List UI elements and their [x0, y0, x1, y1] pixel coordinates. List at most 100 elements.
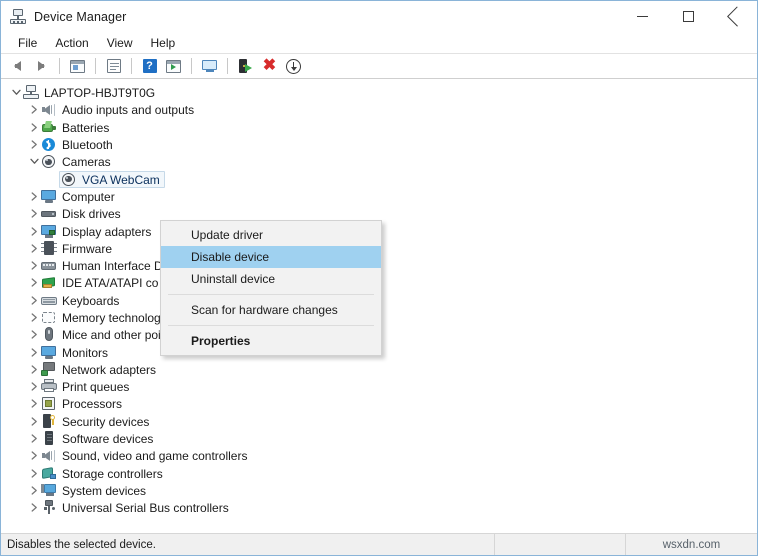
tree-item-storage-controllers[interactable]: Storage controllers	[1, 465, 757, 482]
chevron-down-icon[interactable]	[9, 89, 23, 96]
bluetooth-icon	[41, 137, 57, 152]
monitor-icon	[41, 345, 57, 360]
tree-item-security-devices[interactable]: Security devices	[1, 413, 757, 430]
speaker-icon	[41, 448, 57, 463]
device-manager-icon	[10, 8, 26, 25]
chevron-right-icon[interactable]	[27, 140, 41, 149]
context-menu-item-disable-device[interactable]: Disable device	[161, 246, 381, 268]
title-bar: Device Manager	[1, 1, 757, 32]
tree-item-vga-webcam[interactable]: VGA WebCam	[1, 170, 757, 188]
status-panel-middle	[495, 534, 626, 555]
system-device-icon	[41, 483, 57, 498]
tree-item-label: Disk drives	[62, 207, 121, 222]
chevron-right-icon[interactable]	[27, 503, 41, 512]
help-button[interactable]: ?	[139, 56, 160, 77]
window-title: Device Manager	[34, 9, 127, 24]
tree-item-software-devices[interactable]: Software devices	[1, 430, 757, 447]
toolbar-separator-1	[59, 58, 60, 74]
chevron-right-icon[interactable]	[27, 469, 41, 478]
chevron-right-icon[interactable]	[27, 451, 41, 461]
mouse-icon	[41, 327, 57, 342]
show-hide-action-pane-icon	[201, 59, 218, 73]
tree-item-batteries[interactable]: Batteries	[1, 119, 757, 136]
chevron-right-icon[interactable]	[27, 382, 41, 391]
device-manager-window: Device Manager File Action View Help ? ✖…	[0, 0, 758, 556]
tree-item-label: Network adapters	[62, 362, 157, 377]
chevron-right-icon[interactable]	[27, 365, 41, 374]
context-menu-item-uninstall-device[interactable]: Uninstall device	[161, 268, 381, 290]
close-button[interactable]	[711, 1, 757, 32]
chevron-right-icon[interactable]	[27, 417, 41, 426]
chevron-right-icon[interactable]	[27, 209, 41, 218]
tree-item-processors[interactable]: Processors	[1, 395, 757, 412]
tree-item-laptop-hbjt9t0g[interactable]: LAPTOP-HBJT9T0G	[1, 84, 757, 101]
menu-item-file[interactable]: File	[9, 34, 46, 52]
chevron-right-icon[interactable]	[27, 347, 41, 357]
chevron-right-icon[interactable]	[27, 399, 41, 409]
tree-item-print-queues[interactable]: Print queues	[1, 378, 757, 395]
menu-item-view[interactable]: View	[98, 34, 142, 52]
battery-icon	[41, 120, 57, 135]
window-controls	[619, 1, 757, 32]
tree-item-system-devices[interactable]: System devices	[1, 482, 757, 499]
status-bar: Disables the selected device. wsxdn.com	[1, 533, 757, 555]
show-hide-console-tree-button[interactable]	[67, 56, 88, 77]
selection-highlight[interactable]: VGA WebCam	[59, 170, 165, 188]
chevron-down-icon[interactable]	[27, 158, 41, 165]
properties-button[interactable]	[103, 56, 124, 77]
chevron-right-icon[interactable]	[27, 278, 41, 288]
computer-root-icon	[23, 85, 39, 100]
tree-item-label: Universal Serial Bus controllers	[62, 501, 229, 516]
menu-item-help[interactable]: Help	[142, 34, 185, 52]
tree-item-universal-serial-bus-controllers[interactable]: Universal Serial Bus controllers	[1, 499, 757, 516]
chevron-right-icon[interactable]	[27, 434, 41, 443]
close-icon	[728, 11, 740, 23]
tree-item-computer[interactable]: Computer	[1, 188, 757, 205]
chevron-right-icon[interactable]	[27, 313, 41, 322]
forward-button[interactable]	[31, 56, 52, 77]
chevron-right-icon[interactable]	[27, 226, 41, 236]
software-device-icon	[41, 431, 57, 446]
properties-icon	[106, 59, 121, 73]
tree-item-label: LAPTOP-HBJT9T0G	[44, 86, 156, 101]
uninstall-device-icon: ✖	[262, 57, 277, 74]
chevron-right-icon[interactable]	[27, 192, 41, 201]
tree-item-cameras[interactable]: Cameras	[1, 153, 757, 170]
scan-hardware-changes-button[interactable]	[163, 56, 184, 77]
maximize-button[interactable]	[665, 1, 711, 32]
security-device-icon	[41, 413, 57, 429]
chevron-right-icon[interactable]	[27, 486, 41, 495]
disk-drive-icon	[41, 206, 57, 221]
context-menu-item-scan-for-hardware-changes[interactable]: Scan for hardware changes	[161, 299, 381, 321]
firmware-icon	[41, 240, 57, 256]
uninstall-device-button[interactable]: ✖	[259, 56, 280, 77]
show-hide-action-pane-button[interactable]	[199, 56, 220, 77]
human-interface-device-icon	[41, 258, 57, 273]
chevron-right-icon[interactable]	[27, 330, 41, 339]
chevron-right-icon[interactable]	[27, 105, 41, 115]
chevron-right-icon[interactable]	[27, 296, 41, 305]
chevron-right-icon[interactable]	[27, 261, 41, 270]
tree-item-label: IDE ATA/ATAPI co	[62, 276, 159, 291]
minimize-button[interactable]	[619, 1, 665, 32]
context-menu-item-properties[interactable]: Properties	[161, 330, 381, 352]
disable-device-button[interactable]	[283, 56, 304, 77]
update-driver-button[interactable]	[235, 56, 256, 77]
tree-item-audio-inputs-and-outputs[interactable]: Audio inputs and outputs	[1, 101, 757, 118]
context-menu-item-label: Disable device	[191, 250, 270, 264]
back-button[interactable]	[7, 56, 28, 77]
tree-item-sound-video-and-game-controllers[interactable]: Sound, video and game controllers	[1, 447, 757, 464]
forward-arrow-icon	[38, 61, 45, 71]
context-menu-item-update-driver[interactable]: Update driver	[161, 224, 381, 246]
memory-technology-icon	[41, 310, 57, 325]
monitor-icon	[41, 189, 57, 204]
chevron-right-icon[interactable]	[27, 123, 41, 132]
content-area: LAPTOP-HBJT9T0G Audio inputs and outputs B…	[1, 79, 757, 533]
chevron-right-icon[interactable]	[27, 244, 41, 253]
watermark-label: wsxdn.com	[662, 538, 721, 551]
context-menu-item-label: Scan for hardware changes	[191, 303, 338, 317]
scan-for-hardware-changes-icon	[166, 59, 181, 73]
tree-item-network-adapters[interactable]: Network adapters	[1, 361, 757, 378]
tree-item-bluetooth[interactable]: Bluetooth	[1, 136, 757, 153]
menu-item-action[interactable]: Action	[46, 34, 97, 52]
